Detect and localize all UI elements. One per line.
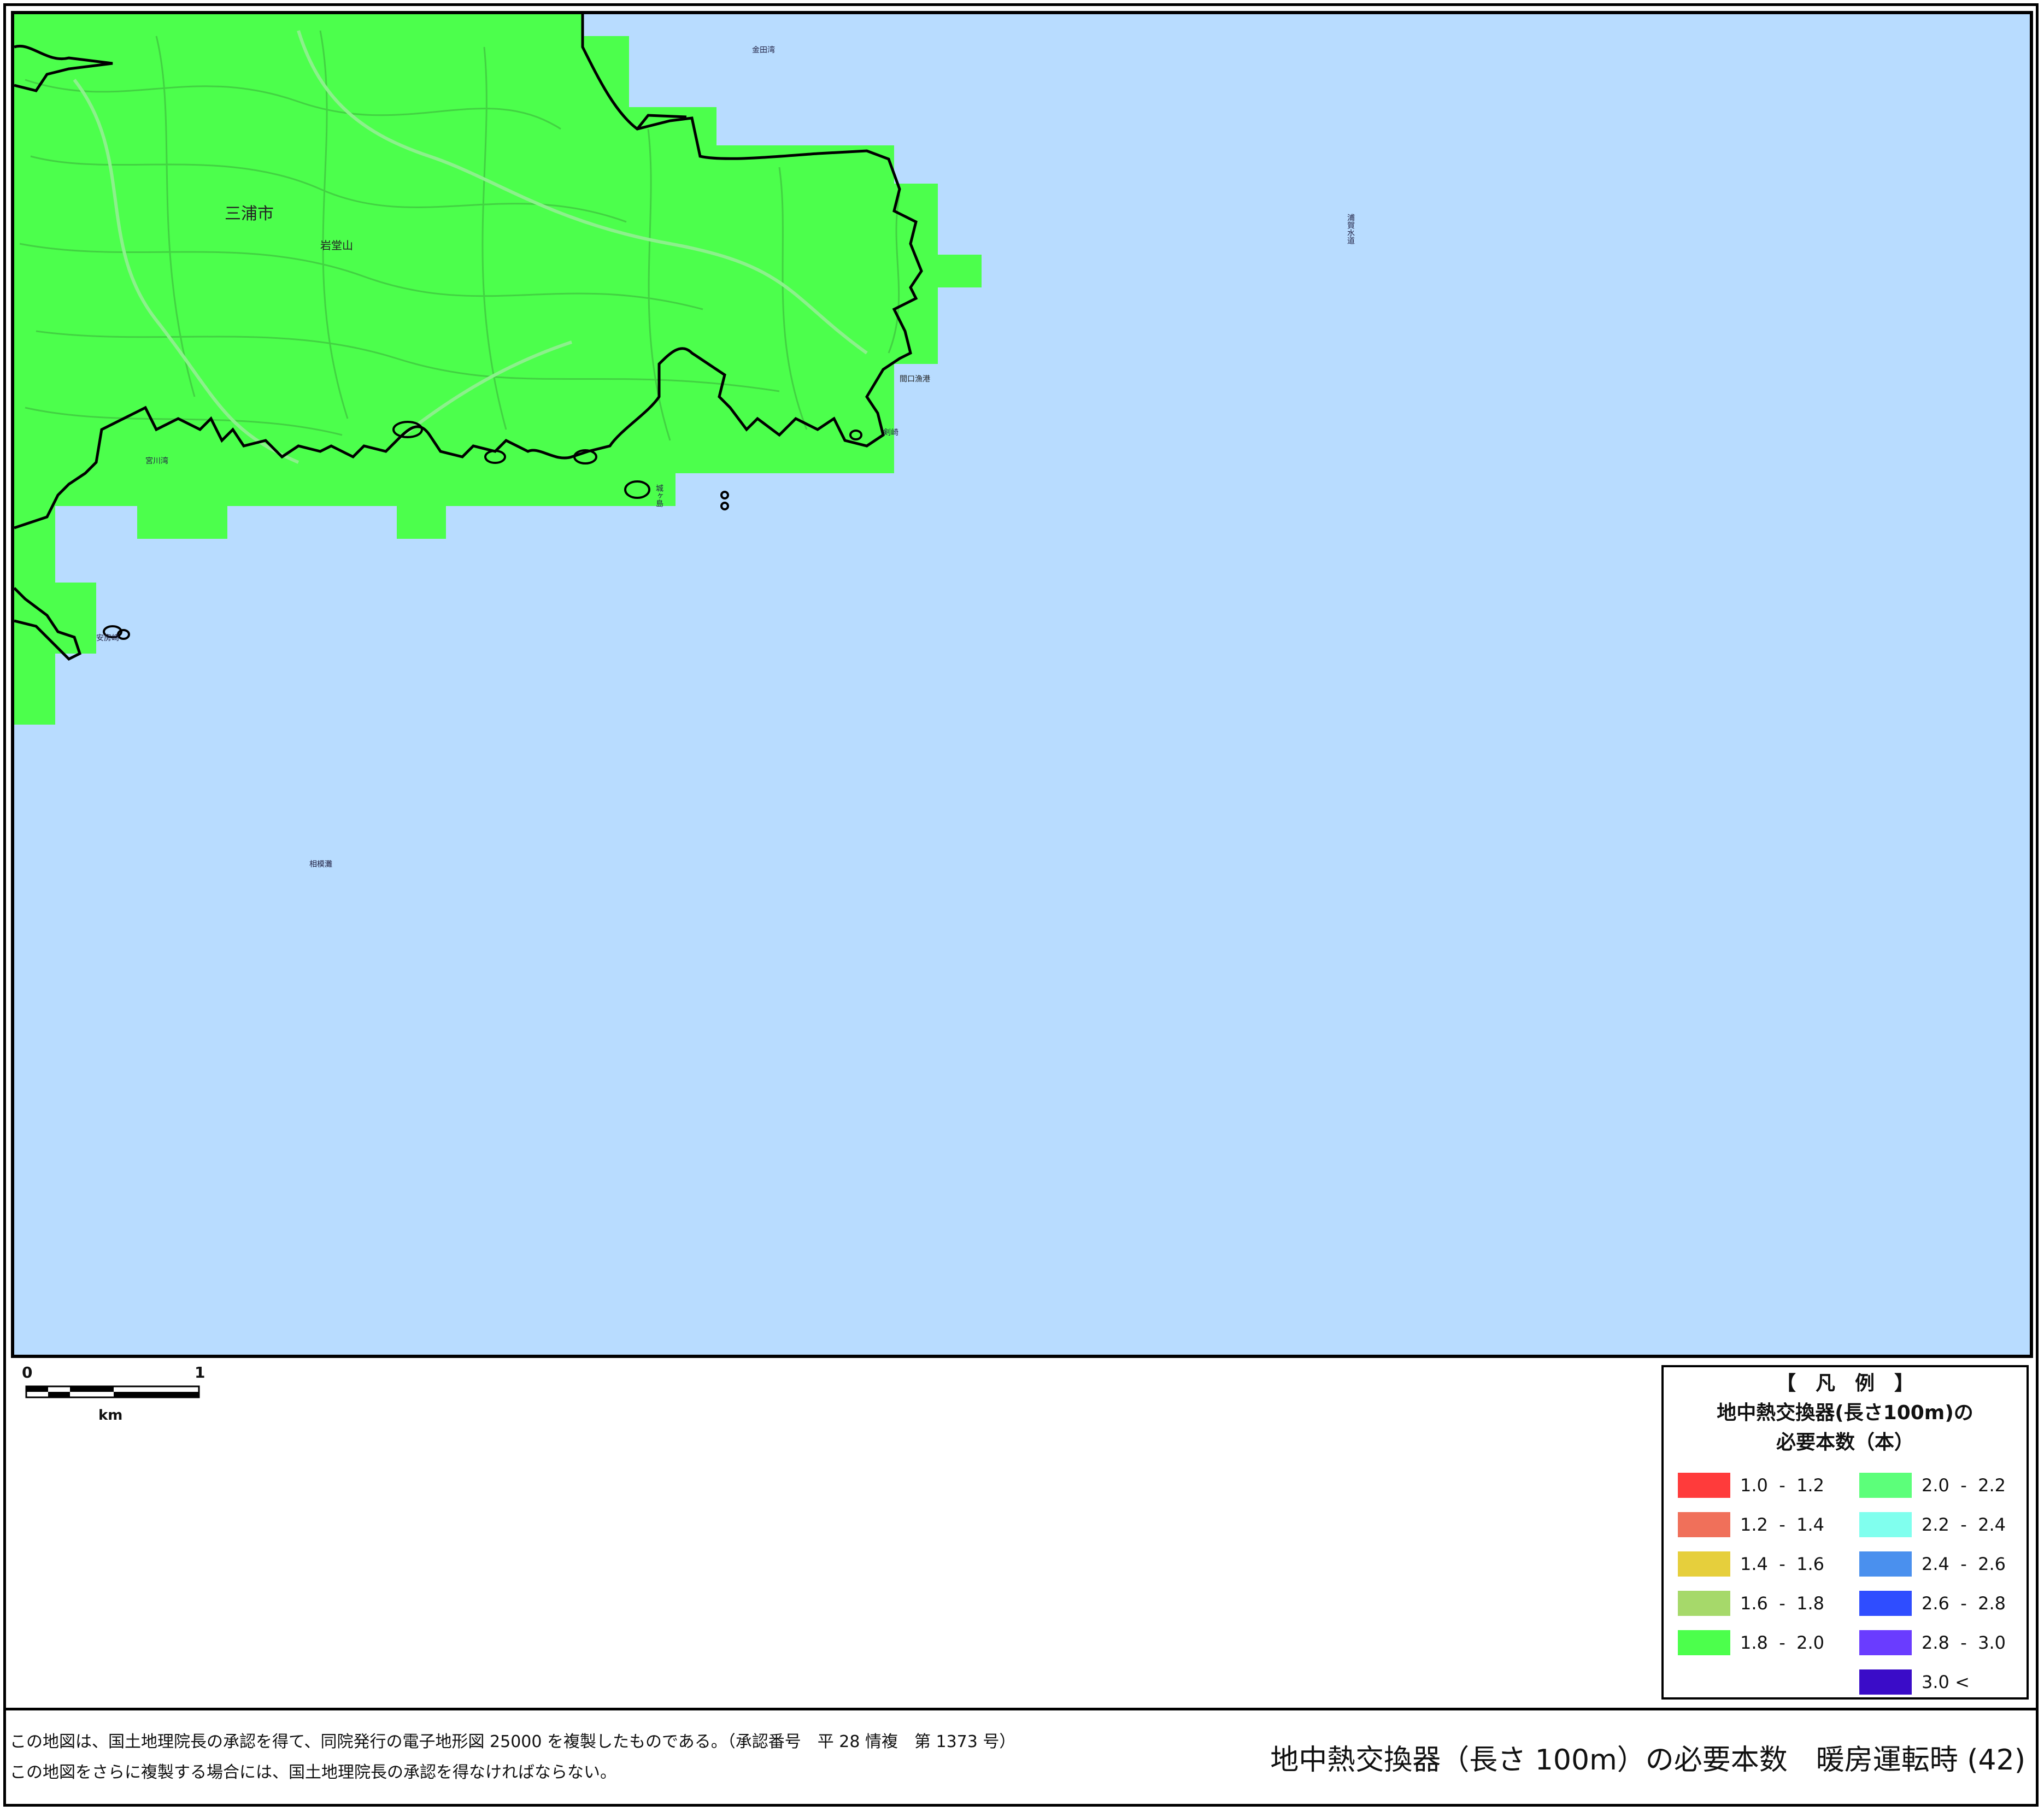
legend-item: 1.8 - 2.0 (1678, 1623, 1824, 1662)
legend-column-right: 2.0 - 2.2 2.2 - 2.4 2.4 - 2.6 2.6 - 2.8 … (1859, 1466, 2006, 1702)
legend-item: 1.4 - 1.6 (1678, 1544, 1824, 1584)
legend-item: 1.0 - 1.2 (1678, 1466, 1824, 1505)
map-area[interactable]: 三浦市 岩堂山 金田湾 浦賀水道 間口漁港 宮川湾 剣崎 城ヶ島 相模灘 安房崎 (11, 11, 2033, 1358)
sea-label: 相模灘 (309, 860, 332, 869)
legend-label: 2.0 - 2.2 (1922, 1475, 2006, 1496)
cape-label: 剣崎 (883, 428, 898, 437)
scale-bar: 0 1 km (22, 1363, 208, 1429)
legend-item: 2.2 - 2.4 (1859, 1505, 2006, 1544)
map-canvas[interactable]: 三浦市 岩堂山 金田湾 浦賀水道 間口漁港 宮川湾 剣崎 城ヶ島 相模灘 安房崎 (14, 14, 2030, 1355)
city-label: 三浦市 (225, 204, 274, 224)
legend-label: 2.8 - 3.0 (1922, 1632, 2006, 1653)
scale-one-label: 1 (195, 1363, 205, 1381)
fishing-port-label: 間口漁港 (900, 375, 930, 384)
legend-swatch (1859, 1512, 1912, 1537)
legend-label: 1.8 - 2.0 (1740, 1632, 1825, 1653)
legend-item: 3.0 < (1859, 1662, 2006, 1702)
credit-line-2: この地図をさらに複製する場合には、国土地理院長の承認を得なければならない。 (10, 1763, 616, 1782)
channel-label: 浦賀水道 (1346, 214, 1355, 245)
legend-label: 1.2 - 1.4 (1740, 1514, 1825, 1535)
legend-subtitle-1: 地中熱交換器(長さ100m)の (1717, 1402, 1973, 1424)
legend-swatch (1678, 1551, 1730, 1577)
scale-bar-graphic (25, 1385, 200, 1398)
scale-zero-label: 0 (22, 1363, 33, 1381)
legend-title: 【 凡 例 】 (1776, 1372, 1914, 1395)
sheet-title: 地中熱交換器（長さ 100m）の必要本数 暖房運転時 (42) (1270, 1744, 2025, 1777)
legend-swatch (1678, 1473, 1730, 1498)
cape-west-label: 安房崎 (96, 634, 119, 643)
legend-label: 2.2 - 2.4 (1922, 1514, 2006, 1535)
legend: 【 凡 例 】 地中熱交換器(長さ100m)の 必要本数（本） 1.0 - 1.… (1661, 1365, 2029, 1700)
legend-swatch (1859, 1630, 1912, 1655)
cape-south-label: 城ヶ島 (655, 484, 663, 507)
bay-misaki-label: 宮川湾 (145, 456, 168, 466)
mountain-label: 岩堂山 (320, 239, 353, 252)
credit-line-1: この地図は、国土地理院長の承認を得て、同院発行の電子地形図 25000 を複製し… (10, 1732, 1016, 1751)
legend-label: 3.0 < (1922, 1672, 1970, 1692)
legend-column-left: 1.0 - 1.2 1.2 - 1.4 1.4 - 1.6 1.6 - 1.8 … (1678, 1466, 1824, 1662)
legend-swatch (1859, 1591, 1912, 1616)
legend-item: 1.2 - 1.4 (1678, 1505, 1824, 1544)
legend-swatch (1859, 1551, 1912, 1577)
legend-swatch (1678, 1591, 1730, 1616)
bay-kaneda-label: 金田湾 (752, 45, 775, 55)
legend-label: 2.6 - 2.8 (1922, 1593, 2006, 1614)
footer-divider (3, 1708, 2039, 1710)
legend-swatch (1859, 1473, 1912, 1498)
legend-label: 1.0 - 1.2 (1740, 1475, 1825, 1496)
legend-subtitle-2: 必要本数（本） (1776, 1431, 1914, 1454)
legend-item: 1.6 - 1.8 (1678, 1584, 1824, 1623)
legend-swatch (1678, 1630, 1730, 1655)
legend-item: 2.6 - 2.8 (1859, 1584, 2006, 1623)
scale-unit-label: km (98, 1407, 123, 1424)
legend-swatch (1678, 1512, 1730, 1537)
legend-item: 2.8 - 3.0 (1859, 1623, 2006, 1662)
legend-label: 2.4 - 2.6 (1922, 1554, 2006, 1574)
legend-item: 2.4 - 2.6 (1859, 1544, 2006, 1584)
legend-label: 1.4 - 1.6 (1740, 1554, 1825, 1574)
legend-label: 1.6 - 1.8 (1740, 1593, 1825, 1614)
legend-item: 2.0 - 2.2 (1859, 1466, 2006, 1505)
credits: この地図は、国土地理院長の承認を得て、同院発行の電子地形図 25000 を複製し… (10, 1727, 1015, 1788)
legend-swatch (1859, 1669, 1912, 1695)
